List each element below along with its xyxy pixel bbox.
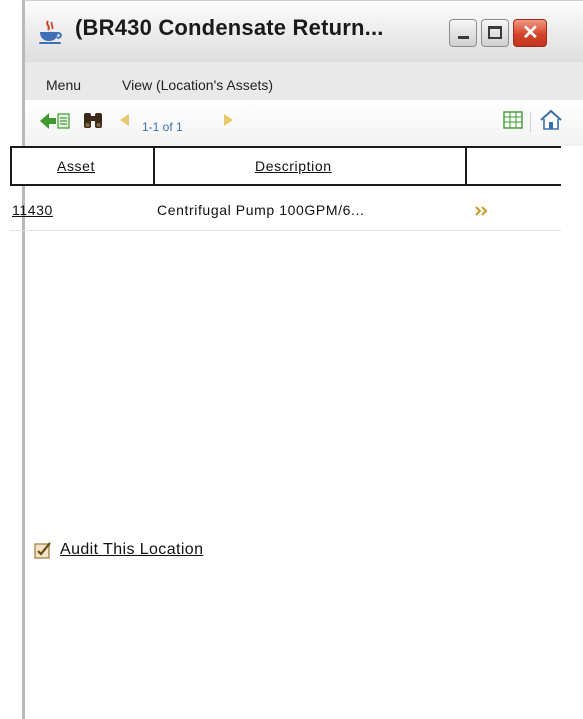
column-header-asset[interactable]: Asset — [12, 148, 155, 184]
menu-item-menu[interactable]: Menu — [46, 77, 81, 93]
window-title: (BR430 Condensate Return... — [75, 15, 384, 40]
column-header-label: Description — [255, 158, 332, 174]
close-button[interactable]: ✕ — [513, 19, 547, 47]
maximize-icon — [488, 26, 502, 39]
back-to-list-icon[interactable] — [39, 111, 71, 131]
table-row[interactable]: 11430 Centrifugal Pump 100GPM/6... — [10, 186, 561, 231]
checked-box-icon[interactable] — [34, 541, 52, 559]
app-window: (BR430 Condensate Return... ✕ Menu View … — [22, 0, 583, 719]
asset-link[interactable]: 11430 — [12, 202, 53, 218]
minimize-icon — [458, 36, 469, 39]
menu-bar: Menu View (Location's Assets) — [22, 62, 583, 100]
column-header-description[interactable]: Description — [155, 148, 467, 184]
title-bar[interactable]: (BR430 Condensate Return... ✕ — [22, 0, 583, 62]
toolbar-divider — [530, 112, 531, 132]
column-header-label: Asset — [57, 158, 96, 174]
maximize-button[interactable] — [481, 19, 509, 47]
toolbar: 1-1 of 1 — [22, 100, 583, 146]
next-arrow-icon[interactable] — [223, 113, 235, 127]
close-icon: ✕ — [522, 22, 539, 44]
menu-item-view[interactable]: View (Location's Assets) — [122, 77, 273, 93]
previous-arrow-icon[interactable] — [118, 113, 130, 127]
row-details-chevron-icon[interactable] — [475, 206, 489, 216]
binoculars-icon[interactable] — [82, 110, 104, 130]
column-header-actions — [467, 148, 561, 184]
asset-description: Centrifugal Pump 100GPM/6... — [157, 202, 365, 218]
home-icon[interactable] — [539, 109, 563, 131]
table-header: Asset Description — [10, 146, 561, 186]
java-cup-icon — [39, 20, 62, 44]
minimize-button[interactable] — [449, 19, 477, 47]
audit-location-label[interactable]: Audit This Location — [60, 541, 203, 559]
table-grid-icon[interactable] — [502, 110, 524, 130]
window-left-border — [22, 146, 25, 719]
pager-text: 1-1 of 1 — [142, 120, 183, 134]
